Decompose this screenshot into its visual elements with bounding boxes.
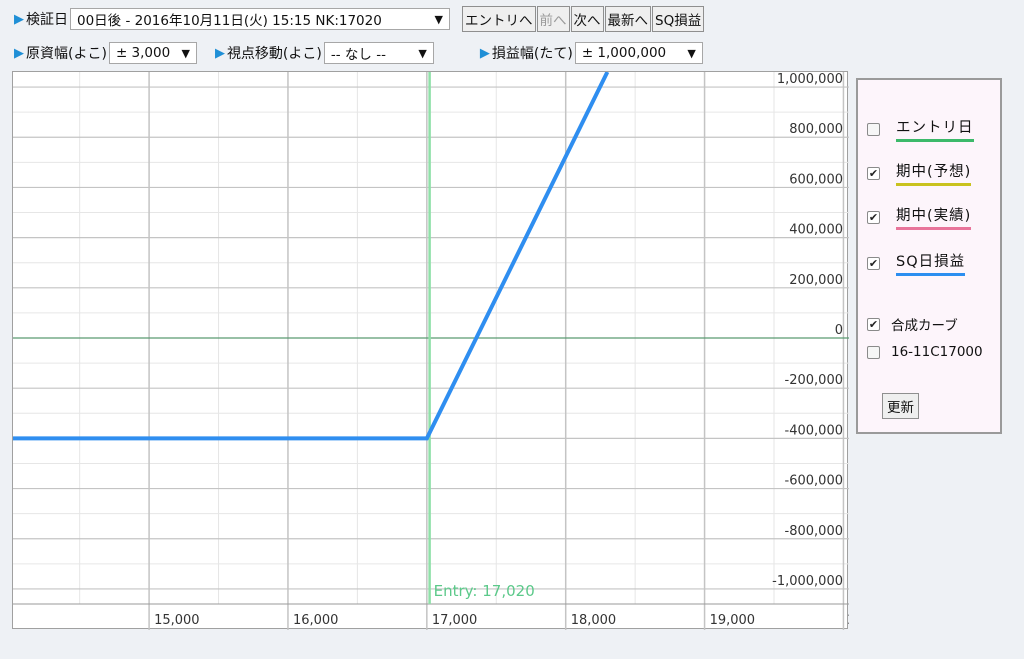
y-tick-label: 1,000,000 xyxy=(777,72,843,87)
checkbox-forecast[interactable]: ✔ xyxy=(867,166,880,180)
verify-date-value: 00日後 - 2016年10月11日(火) 15:15 NK:17020 xyxy=(77,13,382,29)
next-button[interactable]: 次へ xyxy=(570,6,604,32)
checkbox-entry-day[interactable] xyxy=(867,122,880,136)
shift-value: -- なし -- xyxy=(330,47,386,63)
triangle-icon: ▶ xyxy=(479,45,490,61)
legend-item-combined[interactable]: ✔ 合成カーブ xyxy=(867,314,958,334)
triangle-icon: ▶ xyxy=(14,11,24,27)
range-x-select[interactable]: ± 3,000 ▼ xyxy=(108,42,197,64)
x-tick-label: 16,000 xyxy=(293,613,339,628)
verify-date-label: 検証日 xyxy=(26,12,68,28)
legend-item-sq-pnl[interactable]: ✔ SQ日損益 xyxy=(867,250,966,276)
legend-label-forecast: 期中(予想) xyxy=(896,160,972,186)
shift-label: 視点移動(よこ) xyxy=(226,46,322,62)
legend-label-entry-day: エントリ日 xyxy=(896,116,974,142)
y-tick-label: -600,000 xyxy=(785,474,843,489)
pnl-chart[interactable]: Entry: 17,020 1,000,000 800,000 600,000 400,… xyxy=(10,61,856,630)
y-tick-label: 600,000 xyxy=(789,172,843,187)
y-tick-label: -800,000 xyxy=(785,524,843,539)
x-tick-label: 17,000 xyxy=(432,613,478,628)
range-y-label: 損益幅(たて) xyxy=(491,46,573,62)
prev-button[interactable]: 前へ xyxy=(536,6,570,32)
latest-button[interactable]: 最新へ xyxy=(604,6,651,32)
legend-item-forecast[interactable]: ✔ 期中(予想) xyxy=(867,160,972,186)
triangle-icon: ▶ xyxy=(214,45,225,61)
checkbox-option[interactable] xyxy=(867,345,880,359)
shift-select[interactable]: -- なし -- ▼ xyxy=(323,42,434,64)
legend-item-option[interactable]: 16-11C17000 xyxy=(867,344,983,360)
pnl-chart-svg: Entry: 17,020 1,000,000 800,000 600,000 400,… xyxy=(10,61,856,630)
entry-button[interactable]: エントリへ xyxy=(462,6,536,32)
checkbox-actual[interactable]: ✔ xyxy=(867,210,880,224)
y-tick-label: -400,000 xyxy=(785,423,843,438)
y-tick-label: 400,000 xyxy=(789,223,843,238)
y-tick-label: -1,000,000 xyxy=(772,574,843,589)
checkbox-combined[interactable]: ✔ xyxy=(867,317,880,331)
sq-pnl-series-line xyxy=(10,71,610,441)
y-tick-label: 0 xyxy=(835,323,843,338)
range-x-value: ± 3,000 xyxy=(115,45,171,61)
legend-item-entry-day[interactable]: エントリ日 xyxy=(867,116,974,142)
entry-label: Entry: 17,020 xyxy=(434,582,535,600)
legend-label-option: 16-11C17000 xyxy=(891,344,983,360)
verify-date-select[interactable]: 00日後 - 2016年10月11日(火) 15:15 NK:17020 ▼ xyxy=(70,8,450,30)
verify-row: ▶ 検証日 00日後 - 2016年10月11日(火) 15:15 NK:170… xyxy=(14,6,705,32)
range-y-value: ± 1,000,000 xyxy=(581,45,667,61)
chevron-down-icon: ▼ xyxy=(687,46,696,60)
checkbox-sq-pnl[interactable]: ✔ xyxy=(867,256,880,270)
range-row: ▶ 原資幅(よこ) ± 3,000 ▼ ▶ 視点移動(よこ) -- なし -- … xyxy=(14,41,703,65)
update-button[interactable]: 更新 xyxy=(882,393,919,419)
x-tick-label: 15,000 xyxy=(154,613,200,628)
y-tick-label: 800,000 xyxy=(789,122,843,137)
legend-label-sq-pnl: SQ日損益 xyxy=(896,250,966,276)
range-x-label: 原資幅(よこ) xyxy=(26,46,107,62)
sq-pnl-button[interactable]: SQ損益 xyxy=(652,6,705,32)
chevron-down-icon: ▼ xyxy=(181,46,190,60)
legend-label-combined: 合成カーブ xyxy=(891,318,958,334)
legend-panel: エントリ日 ✔ 期中(予想) ✔ 期中(実績) ✔ SQ日損益 ✔ 合成カーブ … xyxy=(856,78,1002,434)
legend-item-actual[interactable]: ✔ 期中(実績) xyxy=(867,204,972,230)
chevron-down-icon: ▼ xyxy=(418,46,427,60)
chevron-down-icon: ▼ xyxy=(434,12,443,26)
x-tick-label: 19,000 xyxy=(710,613,756,628)
triangle-icon: ▶ xyxy=(14,45,24,61)
y-tick-label: -200,000 xyxy=(785,373,843,388)
x-tick-label: 2 xyxy=(847,613,849,628)
y-tick-label: 200,000 xyxy=(789,273,843,288)
range-y-select[interactable]: ± 1,000,000 ▼ xyxy=(574,42,703,64)
legend-label-actual: 期中(実績) xyxy=(896,204,972,230)
x-tick-label: 18,000 xyxy=(571,613,617,628)
